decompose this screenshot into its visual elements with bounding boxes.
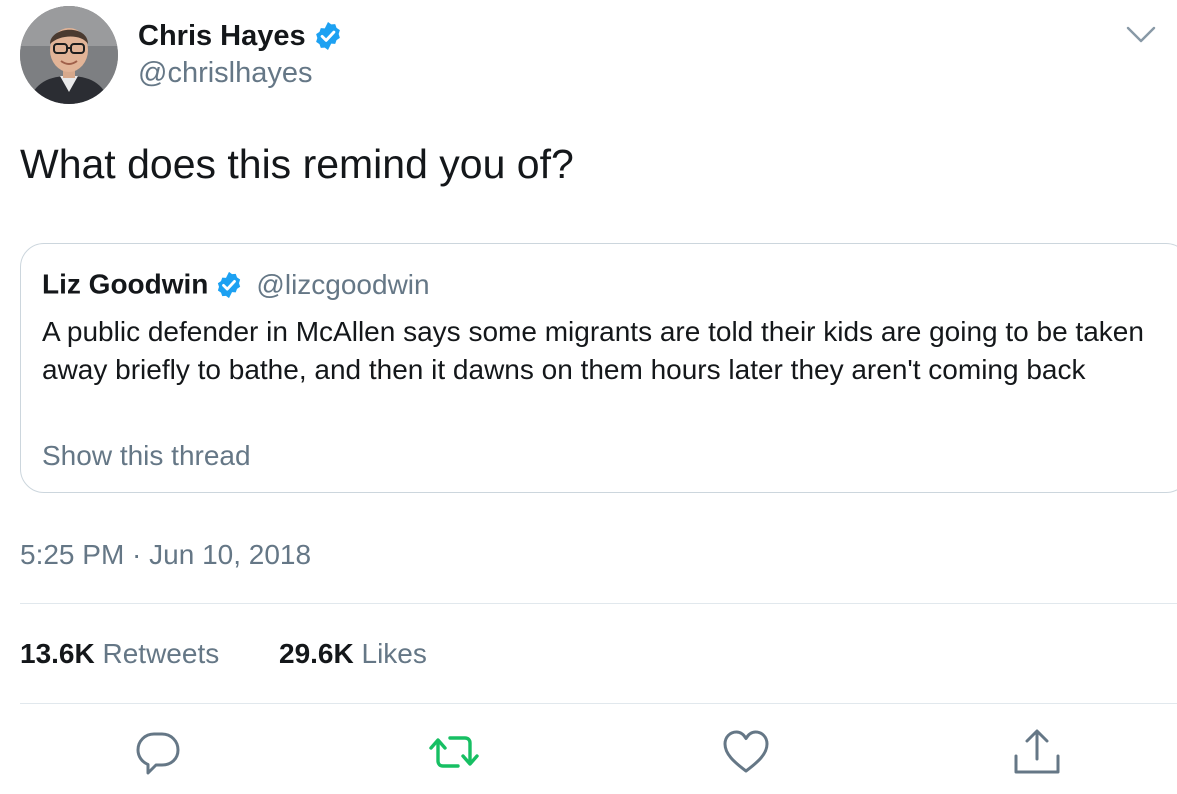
engagement-stats: 13.6K Retweets 29.6K Likes [20,636,427,672]
chevron-down-icon[interactable] [1125,24,1157,46]
reply-button[interactable] [132,726,184,778]
retweets-count: 13.6K [20,638,95,669]
author-names[interactable]: Chris Hayes @chrislhayes [138,18,344,91]
quoted-tweet-header: Liz Goodwin @lizcgoodwin [42,266,430,302]
verified-badge-icon [312,20,344,52]
retweet-button[interactable] [428,726,480,778]
quoted-author-name: Liz Goodwin [42,268,209,300]
share-button[interactable] [1011,726,1063,778]
author-handle[interactable]: @chrislhayes [138,55,344,91]
quoted-tweet-text: A public defender in McAllen says some m… [42,316,1144,385]
tweet-header: Chris Hayes @chrislhayes [20,6,1157,104]
avatar[interactable] [20,6,118,104]
heart-icon [720,726,772,778]
retweets-stat[interactable]: 13.6K Retweets [20,636,219,672]
tweet-text: What does this remind you of? [20,141,574,187]
retweet-icon [428,726,480,778]
likes-count: 29.6K [279,638,354,669]
divider [20,603,1177,604]
retweets-label: Retweets [102,638,220,669]
divider [20,703,1177,704]
reply-icon [132,726,184,778]
author-display-name[interactable]: Chris Hayes [138,18,306,54]
like-button[interactable] [720,726,772,778]
quoted-author-handle: @lizcgoodwin [256,268,430,300]
likes-stat[interactable]: 29.6K Likes [279,636,427,672]
likes-label: Likes [361,638,427,669]
quoted-tweet[interactable]: Liz Goodwin @lizcgoodwin A public defend… [20,243,1177,493]
tweet-timestamp[interactable]: 5:25 PM · Jun 10, 2018 [20,537,311,573]
share-icon [1011,726,1063,778]
show-thread-link[interactable]: Show this thread [42,437,251,475]
verified-badge-icon [214,270,244,300]
